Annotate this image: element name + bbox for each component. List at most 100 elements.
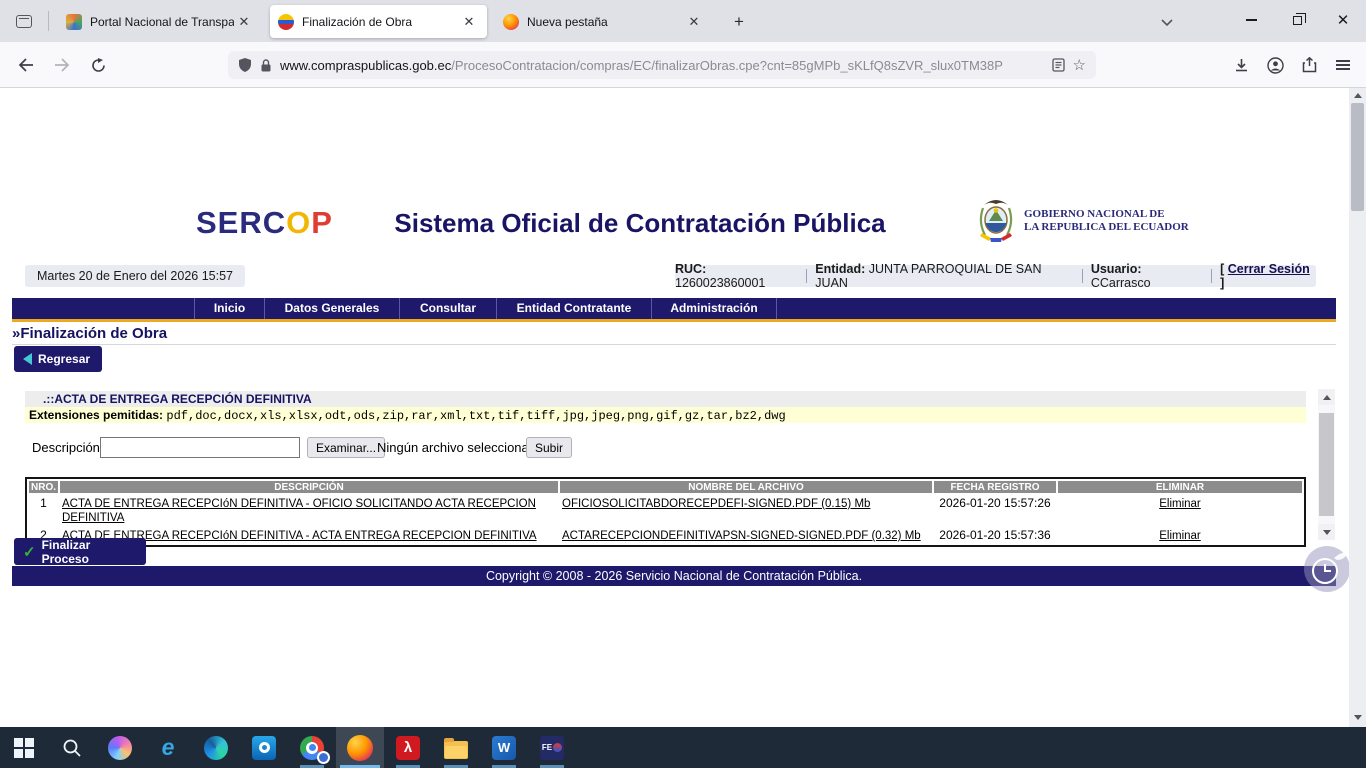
- table-row: 2 ACTA DE ENTREGA RECEPCIóN DEFINITIVA -…: [29, 527, 1302, 543]
- taskbar-firmaec-button[interactable]: FE: [528, 727, 576, 768]
- chrome-profile-badge: [317, 751, 330, 764]
- government-text: GOBIERNO NACIONAL DE LA REPUBLICA DEL EC…: [1024, 208, 1189, 234]
- url-bar[interactable]: www.compraspublicas.gob.ec/ProcesoContra…: [228, 51, 1096, 79]
- close-button[interactable]: ✕: [1320, 0, 1366, 40]
- archivo-link[interactable]: ACTARECEPCIONDEFINITIVAPSN-SIGNED-SIGNED…: [562, 530, 921, 542]
- eliminar-link[interactable]: Eliminar: [1159, 530, 1201, 542]
- header-nro: NRO.: [29, 481, 58, 493]
- taskbar-copilot-button[interactable]: [96, 727, 144, 768]
- share-icon: [1302, 57, 1317, 73]
- taskbar-chrome-button[interactable]: [288, 727, 336, 768]
- eliminar-link[interactable]: Eliminar: [1159, 498, 1201, 510]
- firmaec-icon: FE: [540, 736, 564, 760]
- menu-button[interactable]: [1326, 51, 1360, 79]
- browser-scrollbar[interactable]: [1349, 88, 1366, 727]
- taskbar-word-button[interactable]: W: [480, 727, 528, 768]
- back-arrow-icon: [23, 353, 32, 365]
- scroll-down-arrow-icon[interactable]: [1349, 715, 1366, 720]
- section-title-bar: .::ACTA DE ENTREGA RECEPCIÓN DEFINITIVA: [25, 391, 1306, 407]
- search-icon: [62, 738, 82, 758]
- scroll-up-arrow-icon[interactable]: [1318, 389, 1335, 405]
- file-explorer-icon: [444, 741, 468, 759]
- scroll-down-arrow-icon[interactable]: [1318, 524, 1335, 540]
- hamburger-icon: [1336, 60, 1350, 70]
- bookmark-star-icon[interactable]: ☆: [1073, 56, 1086, 74]
- copilot-icon: [108, 736, 132, 760]
- taskbar-edge-button[interactable]: [192, 727, 240, 768]
- government-brand: GOBIERNO NACIONAL DE LA REPUBLICA DEL EC…: [976, 198, 1189, 244]
- scrollbar-thumb[interactable]: [1319, 413, 1334, 516]
- account-button[interactable]: [1258, 51, 1292, 79]
- browse-button[interactable]: Examinar...: [307, 437, 385, 458]
- tab-portal-transparencia[interactable]: Portal Nacional de Transparenci ✕: [58, 5, 262, 38]
- portal-favicon-icon: [66, 14, 82, 30]
- nav-item-administracion[interactable]: Administración: [652, 298, 777, 319]
- files-table: NRO. DESCRIPCIÓN NOMBRE DEL ARCHIVO FECH…: [25, 477, 1306, 547]
- fecha-registro: 2026-01-20 15:57:36: [934, 527, 1056, 543]
- fecha-registro: 2026-01-20 15:57:26: [934, 495, 1056, 525]
- outlook-icon: [252, 736, 276, 760]
- taskbar-internet-explorer-button[interactable]: e: [144, 727, 192, 768]
- tab-title: Nueva pestaña: [527, 15, 684, 29]
- tab-close-icon[interactable]: ✕: [459, 12, 479, 32]
- ecuador-favicon-icon: [278, 14, 294, 30]
- description-label: Descripción:: [32, 440, 104, 455]
- clock-icon: [1303, 545, 1349, 593]
- no-file-selected-text: Ningún archivo seleccionado.: [377, 440, 547, 455]
- minimize-button[interactable]: [1228, 0, 1274, 40]
- row-nro: 1: [29, 495, 58, 525]
- close-icon: ✕: [1337, 13, 1350, 28]
- site-footer: Copyright © 2008 - 2026 Servicio Naciona…: [12, 566, 1336, 586]
- restore-button[interactable]: [1274, 0, 1320, 40]
- regresar-button[interactable]: Regresar: [14, 346, 102, 372]
- taskbar-outlook-button[interactable]: [240, 727, 288, 768]
- firefox-view-icon: [16, 15, 32, 28]
- nav-item-inicio[interactable]: Inicio: [195, 298, 265, 319]
- upload-button[interactable]: Subir: [526, 437, 572, 458]
- nav-item-consultar[interactable]: Consultar: [400, 298, 497, 319]
- content-scrollbar[interactable]: [1318, 389, 1335, 540]
- browser-toolbar: www.compraspublicas.gob.ec/ProcesoContra…: [0, 42, 1366, 88]
- firefox-view-button[interactable]: [8, 7, 40, 35]
- main-navbar: Inicio Datos Generales Consultar Entidad…: [12, 298, 1336, 319]
- descripcion-link[interactable]: ACTA DE ENTREGA RECEPCIóN DEFINITIVA - O…: [62, 498, 536, 524]
- download-icon: [1234, 58, 1249, 73]
- table-header-row: NRO. DESCRIPCIÓN NOMBRE DEL ARCHIVO FECH…: [29, 481, 1302, 493]
- clock-widget-overlay[interactable]: [1303, 545, 1349, 593]
- taskbar-acrobat-button[interactable]: λ: [384, 727, 432, 768]
- scroll-up-arrow-icon[interactable]: [1349, 93, 1366, 98]
- url-text[interactable]: www.compraspublicas.gob.ec/ProcesoContra…: [280, 58, 1044, 73]
- nav-item-entidad-contratante[interactable]: Entidad Contratante: [497, 298, 652, 319]
- archivo-link[interactable]: OFICIOSOLICITABDORECEPDEFI-SIGNED.PDF (0…: [562, 498, 870, 510]
- downloads-button[interactable]: [1224, 51, 1258, 79]
- tab-close-icon[interactable]: ✕: [684, 12, 704, 32]
- scrollbar-thumb[interactable]: [1351, 103, 1364, 211]
- tab-nueva-pestana[interactable]: Nueva pestaña ✕: [495, 5, 712, 38]
- back-icon: [18, 58, 34, 72]
- firefox-icon: [347, 735, 373, 761]
- acrobat-icon: λ: [396, 736, 420, 760]
- tab-close-icon[interactable]: ✕: [234, 12, 254, 32]
- taskbar-search-button[interactable]: [48, 727, 96, 768]
- session-info-bar: RUC: 1260023860001 Entidad: JUNTA PARROQ…: [675, 265, 1316, 287]
- tab-title: Portal Nacional de Transparenci: [90, 15, 234, 29]
- nav-item-datos-generales[interactable]: Datos Generales: [265, 298, 400, 319]
- gold-divider: [12, 319, 1336, 322]
- toolbar-right-icons: [1224, 51, 1360, 79]
- taskbar-firefox-button[interactable]: [336, 727, 384, 768]
- forward-button[interactable]: [46, 49, 78, 81]
- logout-link[interactable]: Cerrar Sesión: [1228, 262, 1310, 276]
- start-button[interactable]: [0, 727, 48, 768]
- tab-finalizacion-obra[interactable]: Finalización de Obra ✕: [270, 5, 487, 38]
- new-tab-button[interactable]: +: [726, 9, 752, 35]
- reload-button[interactable]: [82, 49, 114, 81]
- reader-view-icon[interactable]: [1052, 58, 1065, 72]
- taskbar-file-explorer-button[interactable]: [432, 727, 480, 768]
- table-row: 1 ACTA DE ENTREGA RECEPCIóN DEFINITIVA -…: [29, 495, 1302, 525]
- list-all-tabs-chevron-icon[interactable]: [1154, 9, 1180, 35]
- back-button[interactable]: [10, 49, 42, 81]
- share-button[interactable]: [1292, 51, 1326, 79]
- page-title: »Finalización de Obra: [12, 325, 1336, 345]
- finalizar-proceso-button[interactable]: ✓ Finalizar Proceso: [14, 538, 146, 565]
- description-input[interactable]: [100, 437, 300, 458]
